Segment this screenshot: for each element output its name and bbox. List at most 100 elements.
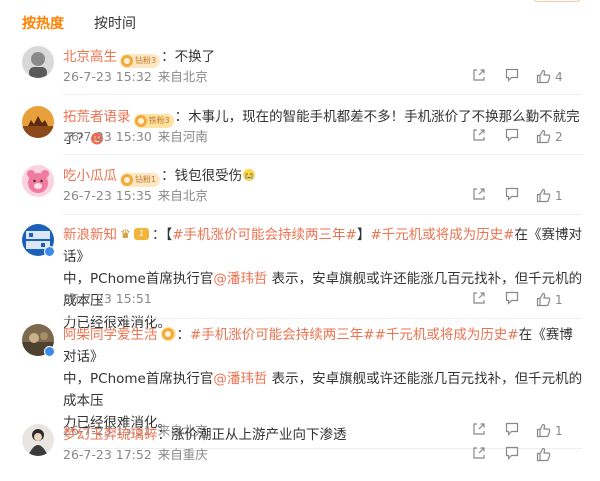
medal-label: 钻粉3 xyxy=(135,56,157,65)
reply-button[interactable] xyxy=(505,68,519,86)
hashtag-link[interactable]: #千元机或将成为历史# xyxy=(370,227,514,243)
text-segment: 中，PChome首席执行官 xyxy=(63,271,214,287)
like-count: 2 xyxy=(555,130,563,144)
fan-medal-badge: 钻粉3 xyxy=(120,54,161,68)
like-count: 1 xyxy=(555,293,563,307)
fan-medal-badge: 铁粉3 xyxy=(133,114,174,128)
username-link[interactable]: 拓荒者语录 xyxy=(63,109,131,125)
share-icon xyxy=(473,188,485,200)
verified-badge xyxy=(44,246,55,257)
avatar[interactable] xyxy=(22,46,54,78)
timestamp: 26-7-23 15:30 xyxy=(63,129,152,144)
avatar[interactable] xyxy=(22,424,54,456)
location: 来自北京 xyxy=(157,69,208,84)
crown-icon: ♛ xyxy=(120,227,131,241)
medal-icon xyxy=(121,174,133,186)
verified-icon xyxy=(45,247,54,256)
username-link[interactable]: 吃小瓜瓜 xyxy=(63,168,117,184)
timestamp: 26-7-23 17:52 xyxy=(63,447,152,462)
text-segment: 中，PChome首席执行官 xyxy=(63,371,214,387)
sort-tabs: 按热度 按时间 xyxy=(22,14,166,34)
divider xyxy=(63,154,582,155)
verified-badge xyxy=(44,346,55,357)
comment-actions: 1 xyxy=(472,291,582,309)
share-button[interactable] xyxy=(472,291,486,309)
like-count: 1 xyxy=(555,189,563,203)
mention-link[interactable]: @潘玮哲 xyxy=(213,271,267,287)
level-number: 1 xyxy=(134,228,149,240)
divider xyxy=(63,94,582,95)
share-icon xyxy=(473,69,485,81)
top-edge-element xyxy=(532,0,582,2)
text-segment: ：【 xyxy=(152,227,173,243)
tab-sort-by-time[interactable]: 按时间 xyxy=(94,14,136,34)
username-link[interactable]: 阿柴同学爱生活 xyxy=(63,327,158,343)
share-button[interactable] xyxy=(472,446,486,464)
hashtag-link[interactable]: #手机涨价可能会持续两三年# xyxy=(172,227,357,243)
username-link[interactable]: 梦幻玉羿琉璃碎 xyxy=(63,427,158,443)
avatar[interactable] xyxy=(22,106,54,138)
medal-label: 钻粉1 xyxy=(135,175,157,184)
share-button[interactable] xyxy=(472,187,486,205)
avatar[interactable] xyxy=(22,165,54,197)
verified-icon xyxy=(45,347,54,356)
location: 来自河南 xyxy=(157,129,208,144)
comment-meta: 26-7-23 15:32 来自北京 xyxy=(63,68,208,86)
timestamp: 26-7-23 15:32 xyxy=(63,69,152,84)
divider xyxy=(63,318,582,319)
comment-meta: 26-7-23 15:30 来自河南 xyxy=(63,128,208,146)
reply-button[interactable] xyxy=(505,187,519,205)
comment-actions xyxy=(472,446,582,464)
share-button[interactable] xyxy=(472,68,486,86)
comment-line: 新浪新知 ♛ 1 ：【#手机涨价可能会持续两三年#】#千元机或将成为历史#在《赛博对话… xyxy=(63,224,583,268)
divider xyxy=(63,214,582,215)
comment-text: 梦幻玉羿琉璃碎：涨价潮正从上游产业向下渗透 xyxy=(63,424,583,446)
timestamp: 26-7-23 15:35 xyxy=(63,188,152,203)
thumbs-up-icon xyxy=(536,292,551,307)
comment-text: 吃小瓜瓜 钻粉1 ：钱包很受伤 xyxy=(63,165,583,187)
medal-icon xyxy=(134,115,147,127)
comment-text: 北京高生 钻粉3 ：不换了 xyxy=(63,46,583,68)
mention-link[interactable]: @潘玮哲 xyxy=(213,371,267,387)
comment-text: 阿柴同学爱生活 ：#手机涨价可能会持续两三年##千元机或将成为历史#在《赛博对话》… xyxy=(63,324,583,434)
location: 来自重庆 xyxy=(157,447,208,462)
comment-icon xyxy=(505,187,519,201)
thumbs-up-icon xyxy=(536,447,551,462)
fan-medal-badge xyxy=(160,327,176,341)
username-link[interactable]: 北京高生 xyxy=(63,49,117,65)
comment-body: ：涨价潮正从上游产业向下渗透 xyxy=(157,427,347,443)
reply-button[interactable] xyxy=(505,128,519,146)
fan-medal-badge: 钻粉1 xyxy=(120,173,161,187)
reply-button[interactable] xyxy=(505,446,519,464)
member-level-badge: ♛ 1 xyxy=(120,227,150,241)
share-icon xyxy=(473,447,485,459)
comment-meta: 26-7-23 15:51 xyxy=(63,290,152,308)
thumbs-up-icon xyxy=(536,188,551,203)
comment-icon xyxy=(505,128,519,142)
comment-line: 中，PChome首席执行官@潘玮哲 表示，安卓旗舰或许还能涨几百元找补，但千元机… xyxy=(63,368,583,412)
medal-icon xyxy=(121,55,133,67)
crying-face-icon xyxy=(243,169,256,181)
username-link[interactable]: 新浪新知 xyxy=(63,227,117,243)
share-icon xyxy=(473,292,485,304)
hashtag-link[interactable]: #手机涨价可能会持续两三年# xyxy=(190,327,375,343)
comment-actions: 1 xyxy=(472,187,582,205)
hashtag-link[interactable]: #千元机或将成为历史# xyxy=(375,327,519,343)
comment-line: 阿柴同学爱生活 ：#手机涨价可能会持续两三年##千元机或将成为历史#在《赛博对话》 xyxy=(63,324,583,368)
comment-meta: 26-7-23 15:35 来自北京 xyxy=(63,187,208,205)
medal-icon xyxy=(161,328,174,340)
reply-button[interactable] xyxy=(505,291,519,309)
comment-body: 不换了 xyxy=(174,49,216,65)
comment-icon xyxy=(505,446,519,460)
comment-icon xyxy=(505,291,519,305)
text-segment: 】 xyxy=(356,227,371,243)
text-segment: ： xyxy=(176,327,191,343)
share-button[interactable] xyxy=(472,128,486,146)
comment-actions: 4 xyxy=(472,68,582,86)
tab-sort-by-hot[interactable]: 按热度 xyxy=(22,14,64,34)
comment-meta: 26-7-23 17:52 来自重庆 xyxy=(63,446,208,464)
location: 来自北京 xyxy=(157,188,208,203)
comment-icon xyxy=(505,68,519,82)
share-icon xyxy=(473,129,485,141)
timestamp: 26-7-23 15:51 xyxy=(63,291,152,306)
